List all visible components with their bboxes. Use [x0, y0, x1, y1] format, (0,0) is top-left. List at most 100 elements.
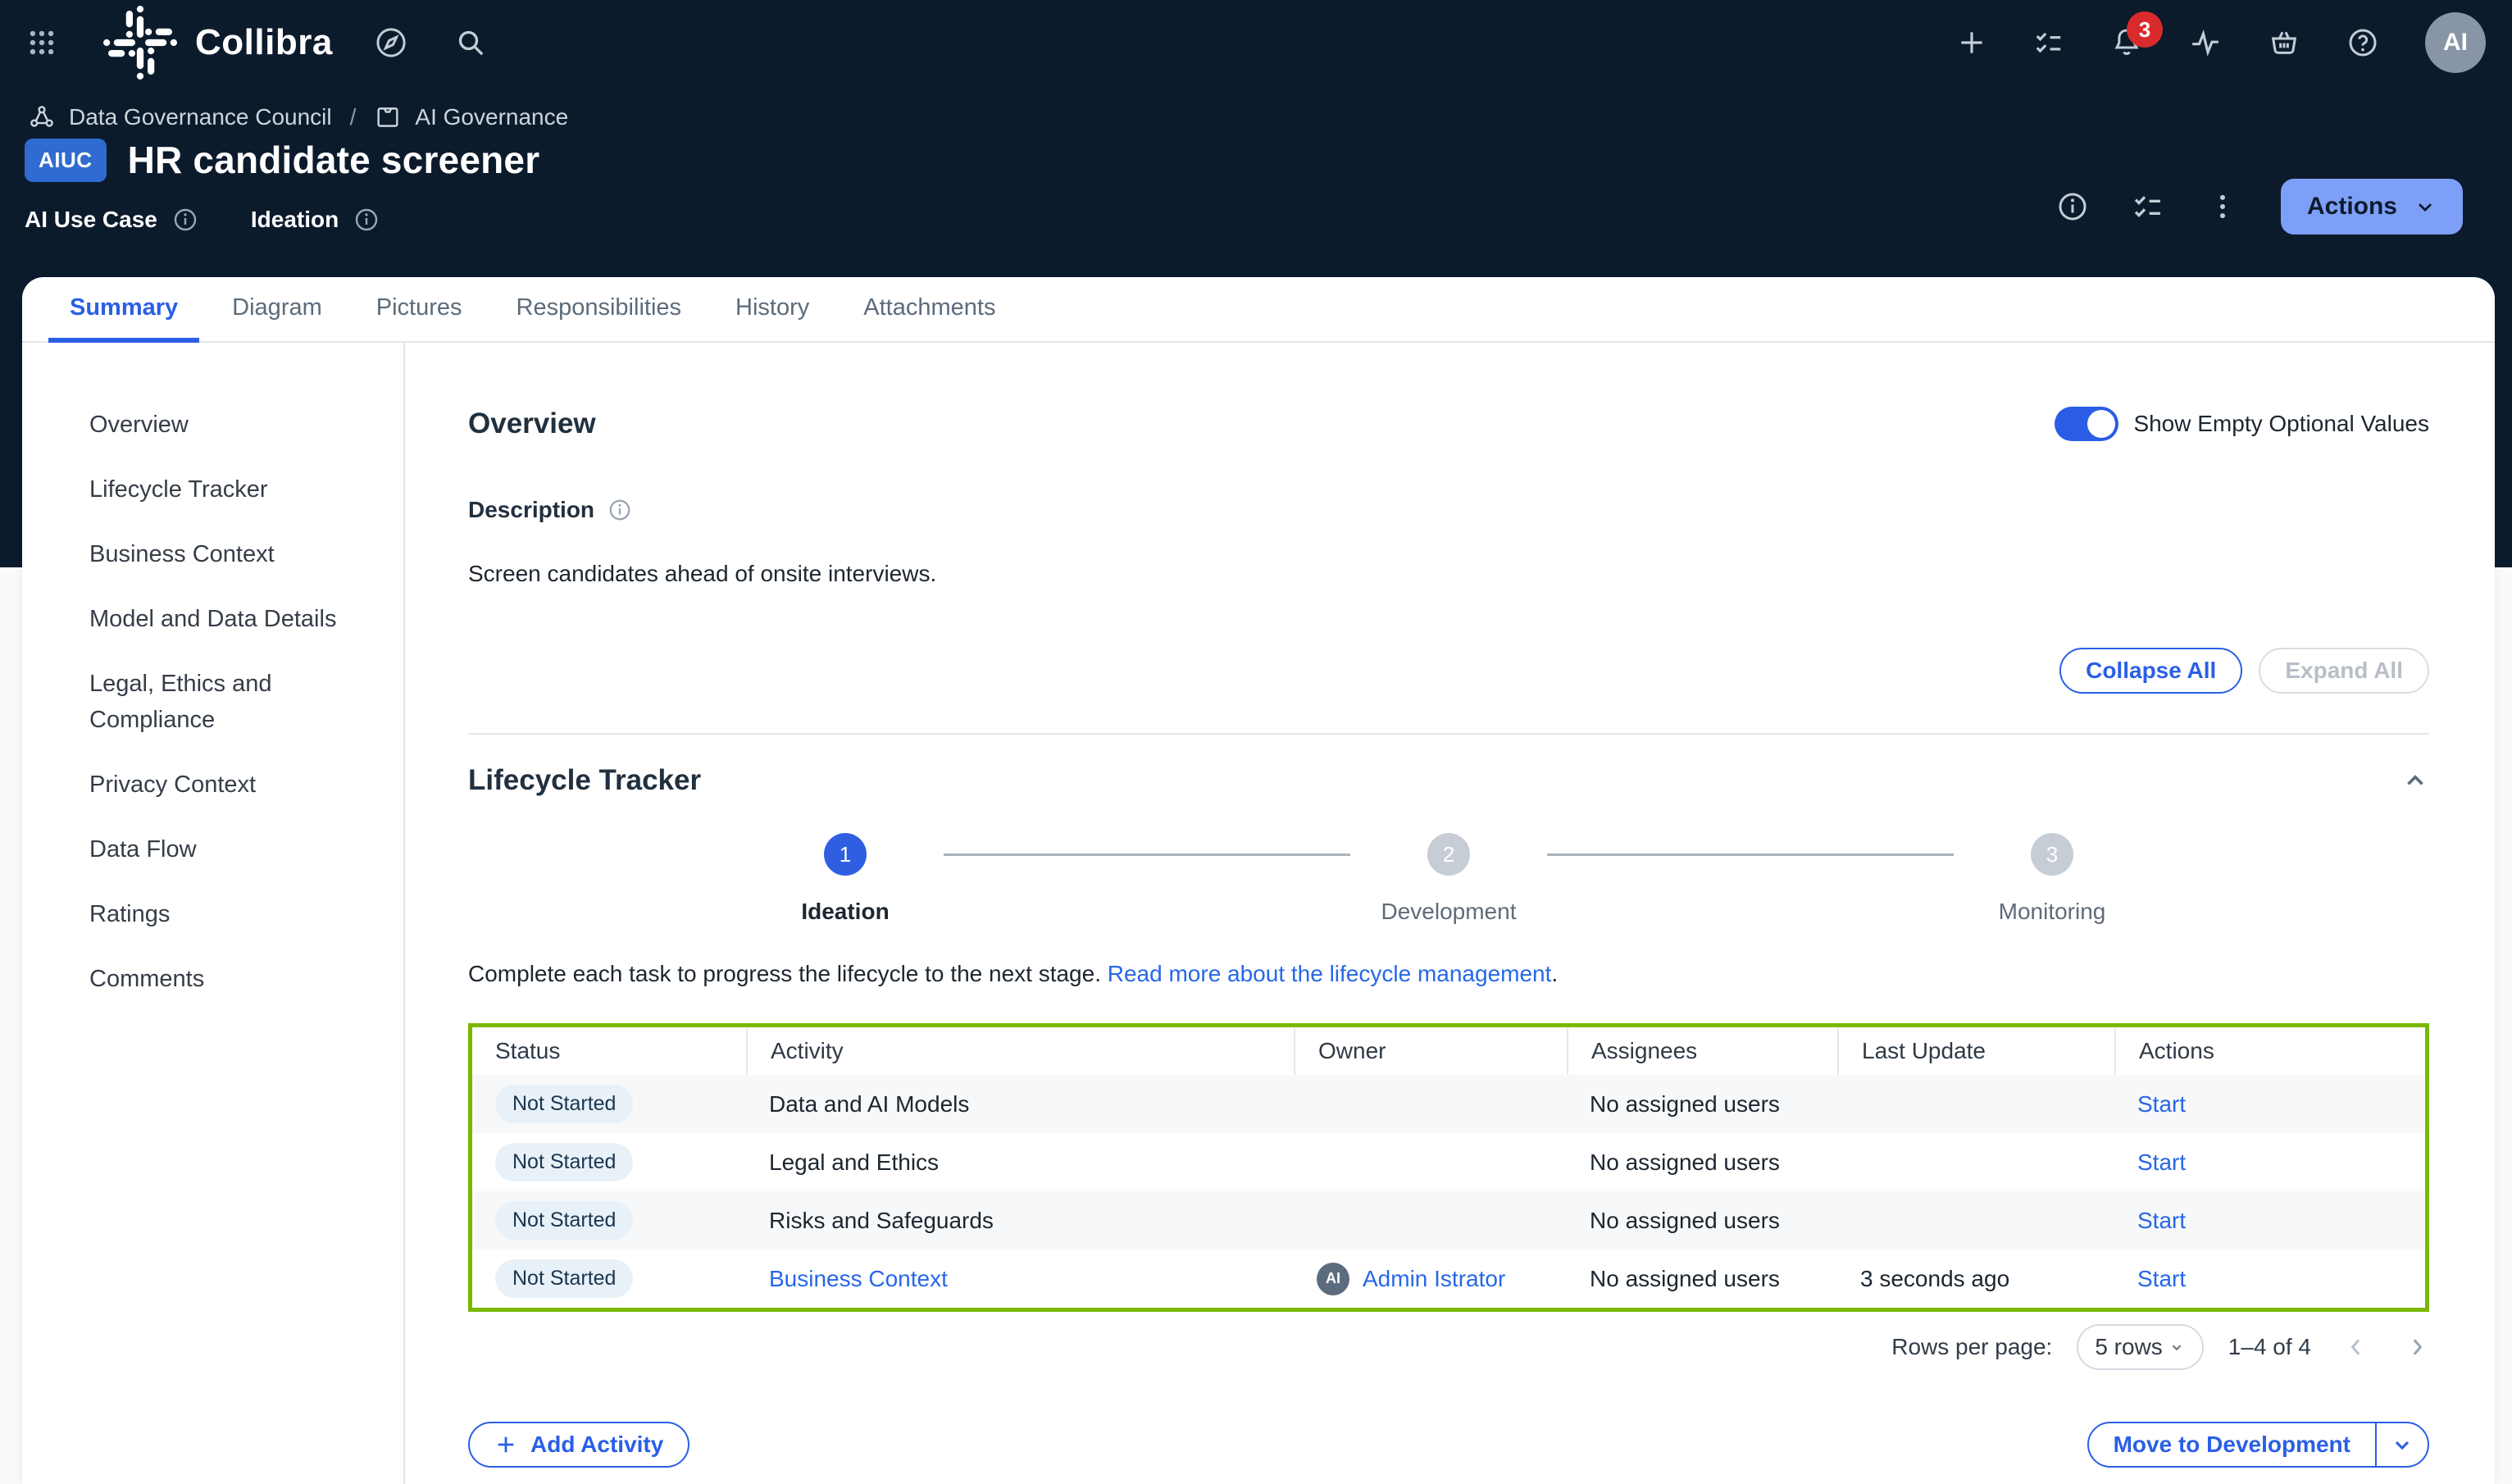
start-link[interactable]: Start — [2137, 1091, 2186, 1118]
activity-link[interactable]: Business Context — [769, 1266, 948, 1292]
last-update-cell — [1837, 1191, 2114, 1250]
last-update-cell — [1837, 1133, 2114, 1191]
asset-type-info-icon[interactable] — [172, 207, 198, 233]
notifications-bell-icon[interactable]: 3 — [2110, 26, 2143, 59]
sidebar-item-privacy-context[interactable]: Privacy Context — [89, 767, 345, 803]
page-header: AIUC HR candidate screener — [25, 138, 539, 182]
step-label-2: Development — [1381, 899, 1517, 925]
tasks-checklist-icon[interactable] — [2033, 27, 2064, 58]
tab-pictures[interactable]: Pictures — [355, 277, 484, 343]
tab-history[interactable]: History — [714, 277, 831, 343]
column-header-actions: Actions — [2114, 1027, 2425, 1075]
notification-count-badge: 3 — [2127, 11, 2163, 48]
assignees-cell: No assigned users — [1567, 1250, 1837, 1308]
breadcrumb-separator: / — [350, 104, 357, 130]
lifecycle-stepper: 1 Ideation 2 Development 3 Monitoring — [468, 833, 2429, 925]
helper-text: Complete each task to progress the lifec… — [468, 961, 1101, 986]
marketplace-basket-icon[interactable] — [2268, 26, 2300, 59]
table-row: Not Started Risks and Safeguards No assi… — [472, 1191, 2425, 1250]
sidebar-item-business-context[interactable]: Business Context — [89, 536, 345, 572]
breadcrumb: Data Governance Council / AI Governance — [28, 103, 568, 131]
asset-type-label: AI Use Case — [25, 207, 157, 233]
stepper-step-ideation: 1 Ideation — [747, 833, 944, 925]
page-subheader: AI Use Case Ideation — [25, 207, 380, 233]
assignees-cell: No assigned users — [1567, 1191, 1837, 1250]
step-circle-1: 1 — [824, 833, 867, 876]
table-header-row: Status Activity Owner Assignees Last Upd… — [472, 1027, 2425, 1075]
move-to-development-label[interactable]: Move to Development — [2089, 1423, 2375, 1466]
sidebar-item-ratings[interactable]: Ratings — [89, 896, 345, 932]
tab-bar: Summary Diagram Pictures Responsibilitie… — [22, 277, 2495, 343]
app-grid-icon[interactable] — [26, 27, 57, 58]
user-avatar[interactable]: AI — [2425, 12, 2486, 73]
kebab-menu-icon[interactable] — [2207, 191, 2238, 222]
sidebar-item-legal-ethics-compliance[interactable]: Legal, Ethics and Compliance — [89, 666, 345, 738]
activity-name: Data and AI Models — [746, 1075, 1294, 1133]
tab-diagram[interactable]: Diagram — [211, 277, 344, 343]
sidebar-item-overview[interactable]: Overview — [89, 407, 345, 443]
brand-wordmark: Collibra — [195, 22, 333, 63]
tab-responsibilities[interactable]: Responsibilities — [495, 277, 703, 343]
asset-info-icon[interactable] — [2056, 190, 2089, 223]
main-content: Overview Show Empty Optional Values Desc… — [405, 343, 2495, 1484]
sidebar-item-comments[interactable]: Comments — [89, 961, 345, 997]
step-circle-2: 2 — [1427, 833, 1470, 876]
table-row: Not Started Data and AI Models No assign… — [472, 1075, 2425, 1133]
content-card: Summary Diagram Pictures Responsibilitie… — [22, 277, 2495, 1484]
assignees-cell: No assigned users — [1567, 1133, 1837, 1191]
sidebar-item-lifecycle-tracker[interactable]: Lifecycle Tracker — [89, 471, 345, 508]
search-icon[interactable] — [454, 26, 487, 59]
owner-cell — [1294, 1191, 1567, 1250]
move-to-development-button[interactable]: Move to Development — [2087, 1422, 2429, 1468]
stepper-connector — [944, 854, 1350, 856]
topbar-right-group: 3 AI — [1956, 12, 2486, 73]
actions-button[interactable]: Actions — [2281, 179, 2463, 234]
show-empty-values-toggle[interactable] — [2055, 407, 2118, 441]
step-label-1: Ideation — [801, 899, 889, 925]
column-header-assignees: Assignees — [1567, 1027, 1837, 1075]
start-link[interactable]: Start — [2137, 1266, 2186, 1292]
tab-summary[interactable]: Summary — [48, 277, 199, 343]
lifecycle-status-label: Ideation — [251, 207, 339, 233]
compass-icon[interactable] — [374, 25, 408, 60]
activity-name: Risks and Safeguards — [746, 1191, 1294, 1250]
domain-icon — [374, 103, 402, 131]
collibra-logo[interactable]: Collibra — [103, 6, 333, 80]
owner-link[interactable]: Admin Istrator — [1363, 1266, 1505, 1292]
sidebar-item-model-and-data-details[interactable]: Model and Data Details — [89, 601, 345, 637]
asset-tasks-icon[interactable] — [2132, 190, 2164, 223]
breadcrumb-community[interactable]: Data Governance Council — [69, 104, 332, 130]
rows-per-page-select[interactable]: 5 rows — [2077, 1324, 2203, 1370]
help-icon[interactable] — [2346, 26, 2379, 59]
add-activity-button[interactable]: Add Activity — [468, 1422, 689, 1468]
sidebar-item-data-flow[interactable]: Data Flow — [89, 831, 345, 867]
overview-heading: Overview — [468, 407, 596, 440]
owner-cell: AI Admin Istrator — [1294, 1250, 1567, 1308]
lifecycle-helper-text: Complete each task to progress the lifec… — [468, 961, 2429, 987]
column-header-last-update: Last Update — [1837, 1027, 2114, 1075]
tab-attachments[interactable]: Attachments — [842, 277, 1017, 343]
activity-pulse-icon[interactable] — [2189, 26, 2222, 59]
chevron-down-icon — [2168, 1338, 2186, 1356]
description-label: Description — [468, 497, 594, 523]
move-to-dropdown-chevron-icon[interactable] — [2377, 1423, 2428, 1466]
plus-icon — [494, 1433, 517, 1456]
pagination-range: 1–4 of 4 — [2228, 1334, 2311, 1360]
previous-page-chevron-icon[interactable] — [2344, 1335, 2369, 1359]
description-info-icon[interactable] — [608, 498, 632, 522]
helper-suffix: . — [1551, 961, 1558, 986]
start-link[interactable]: Start — [2137, 1208, 2186, 1234]
breadcrumb-domain[interactable]: AI Governance — [415, 104, 568, 130]
step-label-3: Monitoring — [1999, 899, 2106, 925]
lifecycle-read-more-link[interactable]: Read more about the lifecycle management — [1108, 961, 1552, 986]
start-link[interactable]: Start — [2137, 1149, 2186, 1176]
next-page-chevron-icon[interactable] — [2405, 1335, 2429, 1359]
expand-all-button[interactable]: Expand All — [2259, 648, 2429, 694]
community-icon — [28, 103, 56, 131]
create-plus-icon[interactable] — [1956, 27, 1987, 58]
collapse-section-chevron-up-icon[interactable] — [2401, 767, 2429, 794]
collapse-all-button[interactable]: Collapse All — [2059, 648, 2242, 694]
owner-cell — [1294, 1075, 1567, 1133]
status-info-icon[interactable] — [353, 207, 380, 233]
lifecycle-footer: Add Activity Move to Development — [468, 1422, 2429, 1468]
